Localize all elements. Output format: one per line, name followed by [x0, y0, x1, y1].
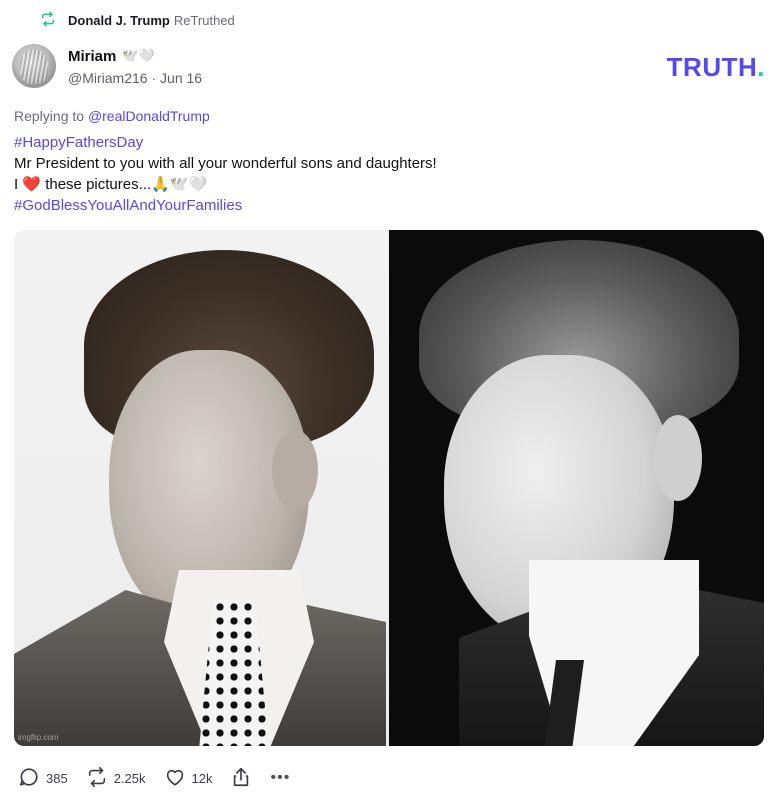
share-button[interactable] — [230, 766, 252, 791]
hashtag-happy-fathers-day[interactable]: #HappyFathersDay — [14, 132, 754, 153]
heart-emoji: ❤️ — [22, 175, 42, 193]
author-name-row: Miriam 🕊️🤍 — [68, 46, 202, 66]
truth-logo-dot: . — [757, 52, 765, 82]
retruth-count: 2.25k — [113, 770, 146, 786]
avatar[interactable] — [12, 44, 56, 88]
like-count: 12k — [191, 770, 213, 786]
replying-prefix: Replying to — [14, 108, 85, 124]
retruth-action-icon — [86, 766, 108, 791]
photo-left-portrait: imgflip.com — [14, 230, 389, 746]
author-emoji: 🕊️🤍 — [122, 48, 155, 64]
photo-right-portrait — [389, 230, 764, 746]
reply-count: 385 — [46, 770, 68, 786]
reply-icon — [18, 766, 40, 791]
author-handle[interactable]: @Miriam216 — [68, 70, 148, 86]
pray-emoji: 🙏 — [151, 175, 170, 193]
author-meta: @Miriam216 · Jun 16 — [68, 70, 202, 86]
post-media-image[interactable]: imgflip.com — [14, 230, 764, 746]
more-icon: ••• — [270, 769, 291, 786]
post-date[interactable]: Jun 16 — [160, 70, 202, 86]
image-watermark: imgflip.com — [18, 733, 59, 742]
truth-logo-text: TRUTH — [666, 52, 758, 82]
retruth-author-name[interactable]: Donald J. Trump — [68, 13, 170, 28]
more-options-button[interactable]: ••• — [270, 769, 290, 787]
heart-icon — [164, 766, 186, 791]
like-button[interactable]: 12k — [164, 766, 213, 791]
post-line-2-start: I — [14, 176, 19, 193]
share-icon — [230, 766, 252, 791]
action-bar: 385 2.25k 12k ••• — [18, 764, 308, 792]
author-block: Miriam 🕊️🤍 @Miriam216 · Jun 16 — [68, 46, 202, 87]
post-line-1: Mr President to you with all your wonder… — [14, 155, 437, 172]
retruth-button[interactable]: 2.25k — [86, 766, 146, 791]
meta-separator: · — [151, 70, 157, 86]
truth-logo[interactable]: TRUTH. — [667, 52, 765, 83]
replying-to-link[interactable]: @realDonaldTrump — [88, 108, 210, 124]
post-line-2: I ❤️ these pictures...🙏🕊️🤍 — [14, 174, 754, 195]
retruth-label: ReTruthed — [173, 12, 235, 28]
post-body: #HappyFathersDay Mr President to you wit… — [14, 132, 754, 216]
post-line-2-text: these pictures... — [45, 176, 152, 193]
reply-button[interactable]: 385 — [18, 766, 68, 791]
hashtag-god-bless[interactable]: #GodBlessYouAllAndYourFamilies — [14, 195, 754, 216]
retruth-icon — [40, 11, 56, 30]
author-name[interactable]: Miriam — [68, 48, 116, 65]
retruth-banner: Donald J. Trump ReTruthed — [40, 10, 235, 30]
replying-to-line: Replying to @realDonaldTrump — [14, 108, 210, 124]
post-header: Miriam 🕊️🤍 @Miriam216 · Jun 16 TRUTH. — [12, 44, 765, 92]
dove-emoji: 🕊️🤍 — [169, 175, 208, 193]
